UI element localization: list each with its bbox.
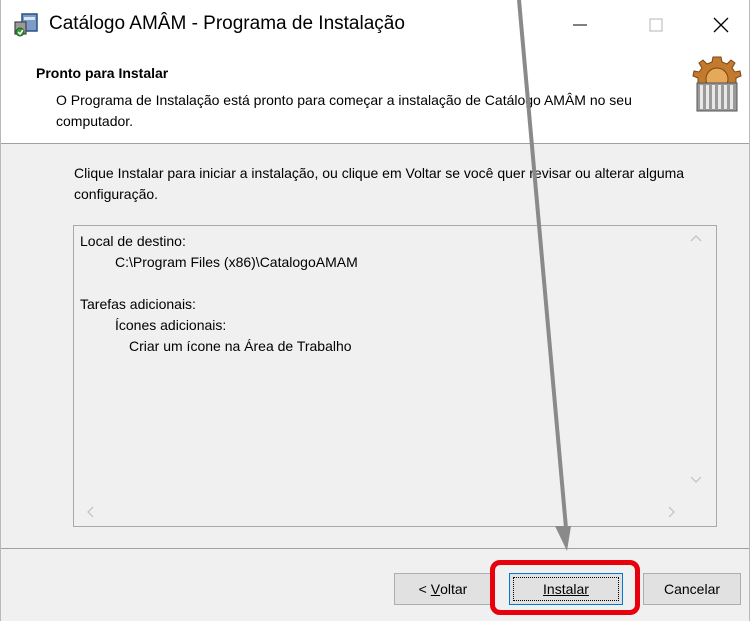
- title-bar[interactable]: Catálogo AMÂM - Programa de Instalação: [1, 0, 749, 50]
- scroll-down-icon[interactable]: [690, 476, 702, 484]
- close-icon: [713, 17, 729, 33]
- tasks-label: Tarefas adicionais:: [80, 296, 196, 312]
- scroll-right-icon[interactable]: [668, 506, 676, 518]
- installer-app-icon: [14, 13, 38, 37]
- scroll-left-icon[interactable]: [86, 506, 94, 518]
- memo-spacer: [80, 273, 358, 294]
- cancel-button[interactable]: Cancelar: [643, 573, 741, 605]
- ready-memo[interactable]: Local de destino: C:\Program Files (x86)…: [73, 225, 717, 527]
- close-button[interactable]: [691, 0, 751, 50]
- memo-content: Local de destino: C:\Program Files (x86)…: [80, 231, 358, 357]
- maximize-button: [626, 0, 686, 50]
- cancel-label: Cancelar: [663, 581, 721, 597]
- back-accel: V: [430, 581, 441, 597]
- minimize-button[interactable]: [550, 0, 610, 50]
- scroll-up-icon[interactable]: [690, 234, 702, 242]
- installer-window: Catálogo AMÂM - Programa de Instalação P…: [0, 0, 750, 621]
- page-description: O Programa de Instalação está pronto par…: [56, 92, 632, 129]
- desktop-icon-task: Criar um ícone na Área de Trabalho: [129, 338, 352, 354]
- install-highlight-box: [490, 560, 640, 615]
- icons-label: Ícones adicionais:: [115, 317, 227, 333]
- destination-label: Local de destino:: [80, 233, 186, 249]
- back-label: oltar: [440, 581, 468, 597]
- wizard-header: Pronto para Instalar O Programa de Insta…: [1, 50, 749, 144]
- instruction-text: Clique Instalar para iniciar a instalaçã…: [74, 165, 685, 202]
- maximize-icon: [649, 18, 663, 32]
- footer-divider: [1, 548, 749, 549]
- window-title: Catálogo AMÂM - Programa de Instalação: [49, 13, 405, 34]
- installer-logo-icon: [692, 56, 742, 112]
- destination-path: C:\Program Files (x86)\CatalogoAMAM: [115, 254, 358, 270]
- minimize-icon: [573, 24, 587, 26]
- back-prefix: <: [418, 581, 431, 597]
- back-button[interactable]: < Voltar: [394, 573, 492, 605]
- page-title: Pronto para Instalar: [36, 65, 169, 81]
